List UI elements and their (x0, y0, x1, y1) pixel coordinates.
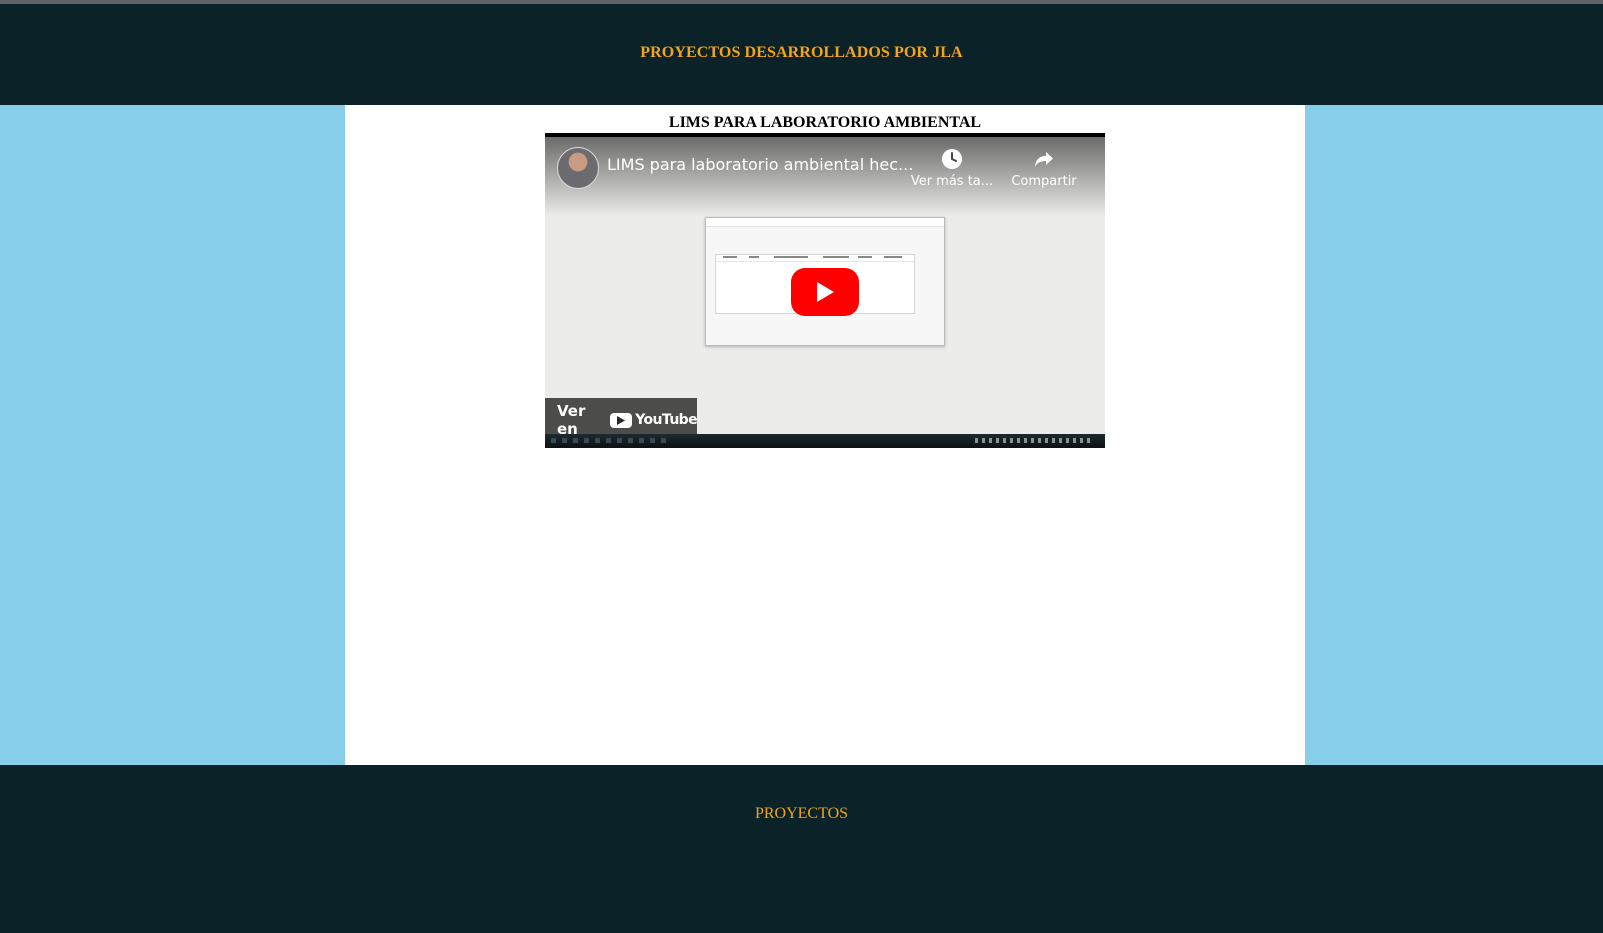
play-icon (817, 282, 834, 302)
video-frame-system-tray (975, 438, 1093, 443)
watch-later-button[interactable]: Ver más ta... (907, 147, 997, 189)
video-frame-taskbar-icons (551, 438, 671, 443)
watch-later-label: Ver más ta... (910, 174, 994, 189)
youtube-video-embed[interactable]: LIMS para laboratorio ambiental hec... V… (545, 133, 1105, 448)
video-frame-taskbar (545, 434, 1105, 448)
youtube-logo: YouTube (610, 412, 698, 428)
youtube-wordmark: YouTube (635, 412, 697, 428)
play-button[interactable] (791, 268, 859, 316)
youtube-play-icon (610, 412, 633, 428)
channel-avatar[interactable] (557, 147, 599, 189)
site-title: PROYECTOS DESARROLLADOS POR JLA (640, 43, 963, 61)
main-panel: LIMS PARA LABORATORIO AMBIENTAL LIMS par… (345, 105, 1305, 765)
footer-projects-link[interactable]: PROYECTOS (0, 805, 1603, 823)
share-icon (1035, 152, 1053, 167)
video-frame-window-bar (706, 218, 944, 227)
project-title: LIMS PARA LABORATORIO AMBIENTAL (668, 114, 982, 131)
site-header: PROYECTOS DESARROLLADOS POR JLA (0, 4, 1603, 105)
share-label: Compartir (1011, 174, 1077, 189)
share-button[interactable]: Compartir (999, 147, 1089, 189)
video-frame-table-header (716, 255, 914, 262)
site-footer: PROYECTOS (0, 765, 1603, 933)
video-title[interactable]: LIMS para laboratorio ambiental hec... (607, 155, 917, 174)
clock-icon (942, 149, 962, 169)
content-area: LIMS PARA LABORATORIO AMBIENTAL LIMS par… (0, 105, 1603, 765)
watch-on-label: Ver en (557, 402, 586, 438)
